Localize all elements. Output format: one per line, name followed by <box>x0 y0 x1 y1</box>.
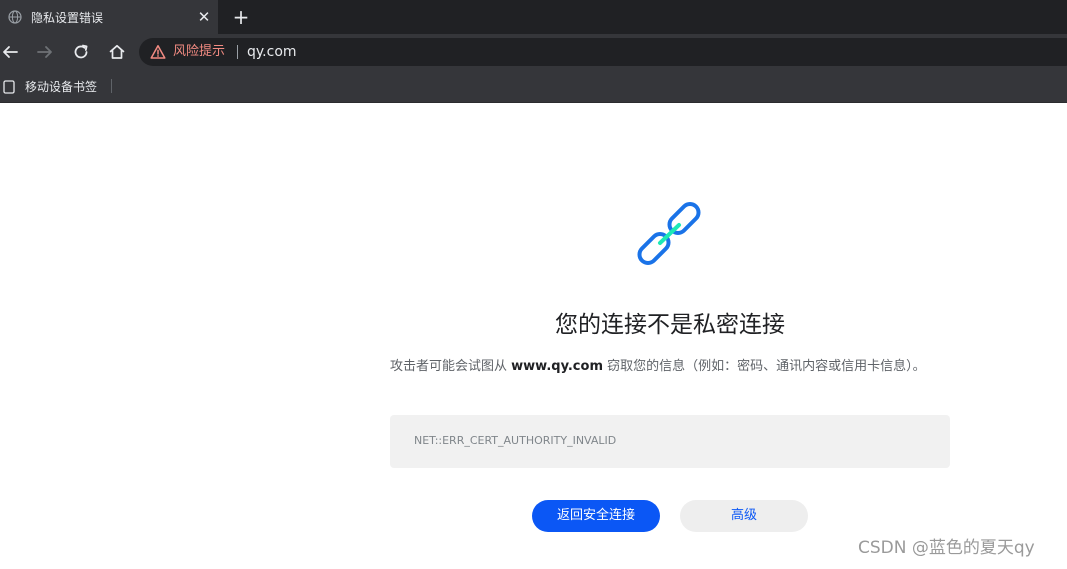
address-divider <box>237 45 238 59</box>
close-tab-icon[interactable]: ✕ <box>196 9 212 25</box>
advanced-button[interactable]: 高级 <box>680 500 808 532</box>
browser-window: 隐私设置错误 ✕ + 风险提示 qy.com 移动设备书签 您的连接不是私密连接… <box>0 0 1067 569</box>
description-prefix: 攻击者可能会试图从 <box>390 359 512 374</box>
globe-icon <box>8 10 22 24</box>
error-description: 攻击者可能会试图从 www.qy.com 窃取您的信息（例如：密码、通讯内容或信… <box>390 357 930 377</box>
warning-icon[interactable] <box>150 44 166 60</box>
bookmark-folder-icon <box>3 79 15 94</box>
tab-title: 隐私设置错误 <box>31 10 104 25</box>
bookmarks-bar: 移动设备书签 <box>0 70 1067 103</box>
security-warning-label[interactable]: 风险提示 <box>173 44 225 60</box>
bookmark-label: 移动设备书签 <box>25 79 98 94</box>
tab-active[interactable]: 隐私设置错误 <box>0 0 218 34</box>
reload-icon[interactable] <box>71 42 91 62</box>
address-bar[interactable]: 风险提示 qy.com <box>139 38 1067 66</box>
home-icon[interactable] <box>107 42 127 62</box>
forward-icon[interactable] <box>35 42 55 62</box>
error-heading: 您的连接不是私密连接 <box>555 312 785 338</box>
new-tab-icon[interactable]: + <box>231 7 251 27</box>
description-host: www.qy.com <box>511 359 603 374</box>
tab-strip: 隐私设置错误 ✕ + <box>0 0 1067 34</box>
back-to-safety-button[interactable]: 返回安全连接 <box>532 500 660 532</box>
broken-link-icon <box>634 200 706 270</box>
watermark: CSDN @蓝色的夏天qy <box>858 538 1035 558</box>
description-suffix: 窃取您的信息（例如：密码、通讯内容或信用卡信息）。 <box>603 359 926 374</box>
url-text[interactable]: qy.com <box>247 43 297 61</box>
error-code: NET::ERR_CERT_AUTHORITY_INVALID <box>414 434 617 447</box>
bookmarks-divider <box>111 79 112 93</box>
error-page: 您的连接不是私密连接 攻击者可能会试图从 www.qy.com 窃取您的信息（例… <box>0 103 1067 569</box>
back-icon[interactable] <box>0 42 20 62</box>
toolbar: 风险提示 qy.com <box>0 34 1067 70</box>
bookmark-mobile[interactable]: 移动设备书签 <box>3 77 97 95</box>
error-code-box: NET::ERR_CERT_AUTHORITY_INVALID <box>390 415 950 468</box>
